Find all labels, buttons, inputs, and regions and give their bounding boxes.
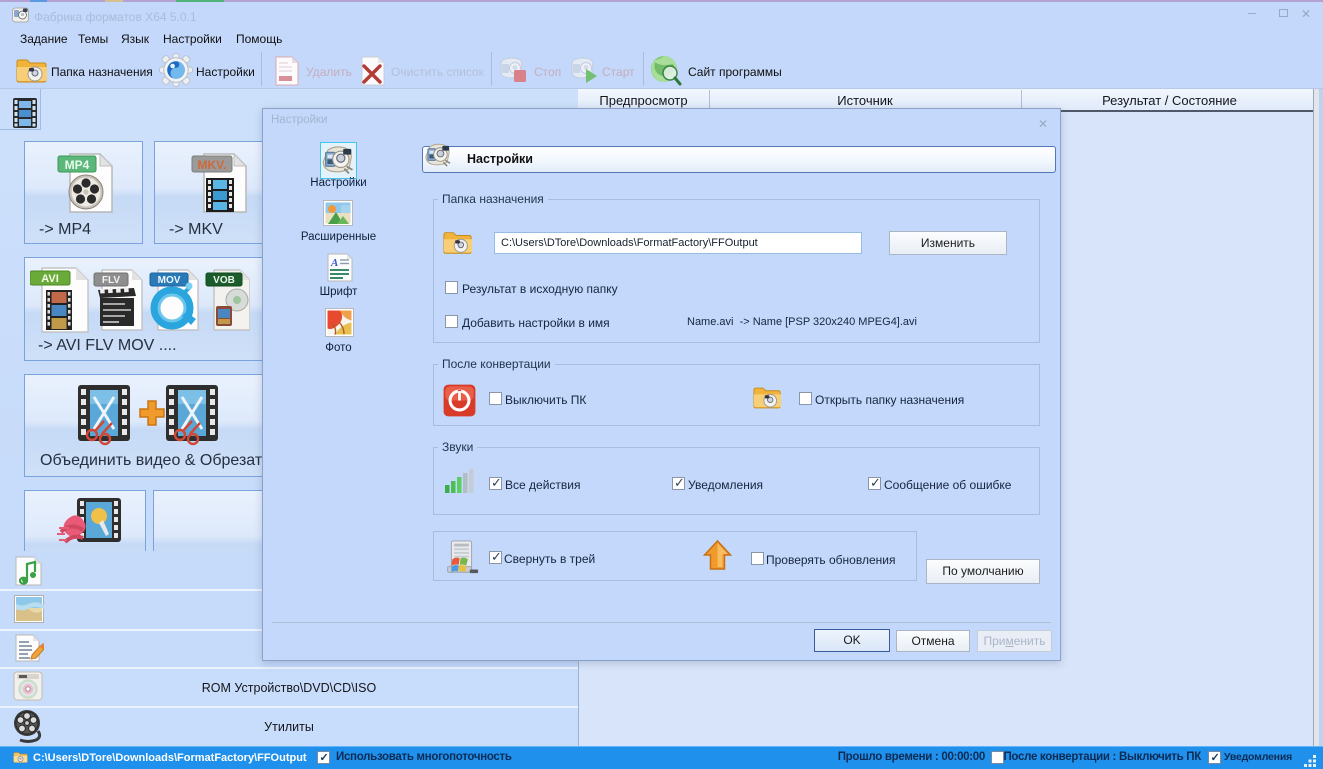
- svg-text:FLV: FLV: [102, 275, 120, 286]
- svg-text:MKV.: MKV.: [198, 158, 227, 172]
- svg-text:MOV: MOV: [158, 275, 181, 286]
- svg-text:A: A: [330, 257, 338, 269]
- svg-text:VOB: VOB: [213, 275, 235, 286]
- svg-text:AVI: AVI: [41, 273, 59, 285]
- svg-text:MP4: MP4: [65, 158, 90, 172]
